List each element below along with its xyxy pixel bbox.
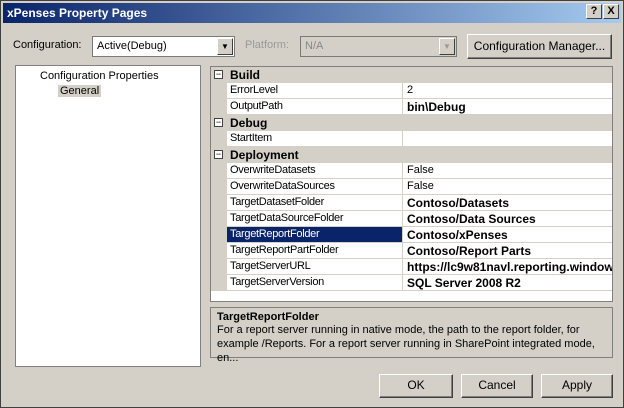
property-row[interactable]: TargetDatasetFolder Contoso/Datasets bbox=[211, 195, 612, 211]
property-value[interactable] bbox=[404, 131, 612, 146]
property-row[interactable]: TargetReportFolder Contoso/xPenses bbox=[211, 227, 612, 243]
property-row[interactable]: OverwriteDataSources False bbox=[211, 179, 612, 195]
category-build[interactable]: − Build bbox=[211, 67, 612, 83]
row-margin bbox=[211, 195, 227, 211]
configuration-value: Active(Debug) bbox=[97, 40, 167, 52]
collapse-icon[interactable]: − bbox=[214, 118, 223, 127]
property-name: ErrorLevel bbox=[227, 83, 403, 98]
description-panel: TargetReportFolder For a report server r… bbox=[210, 307, 613, 364]
row-margin bbox=[211, 99, 227, 115]
property-name: TargetServerVersion bbox=[227, 275, 403, 290]
property-value[interactable]: Contoso/Report Parts bbox=[404, 243, 612, 258]
row-margin bbox=[211, 131, 227, 147]
row-margin bbox=[211, 163, 227, 179]
category-label: Debug bbox=[230, 116, 268, 130]
property-name: TargetDatasetFolder bbox=[227, 195, 403, 210]
property-row[interactable]: TargetServerURL https://lc9w81navl.report… bbox=[211, 259, 612, 275]
category-debug[interactable]: − Debug bbox=[211, 115, 612, 131]
row-margin bbox=[211, 227, 227, 243]
property-row[interactable]: OutputPath bin\Debug bbox=[211, 99, 612, 115]
property-row[interactable]: StartItem bbox=[211, 131, 612, 147]
property-name: OverwriteDatasets bbox=[227, 163, 403, 178]
row-margin bbox=[211, 179, 227, 195]
chevron-down-icon: ▼ bbox=[439, 38, 455, 55]
collapse-icon[interactable]: − bbox=[214, 150, 223, 159]
property-row[interactable]: TargetReportPartFolder Contoso/Report Par… bbox=[211, 243, 612, 259]
property-name: StartItem bbox=[227, 131, 403, 146]
platform-select: N/A ▼ bbox=[300, 36, 457, 57]
chevron-down-icon: ▼ bbox=[217, 38, 233, 55]
title-bar: xPenses Property Pages bbox=[3, 3, 621, 23]
property-value[interactable]: SQL Server 2008 R2 bbox=[404, 275, 612, 290]
property-grid: − Build ErrorLevel 2 OutputPath bin\Debug − Deb… bbox=[210, 66, 613, 302]
property-name: OverwriteDataSources bbox=[227, 179, 403, 194]
cancel-button[interactable]: Cancel bbox=[461, 374, 533, 398]
platform-label: Platform: bbox=[245, 39, 290, 51]
property-value[interactable]: bin\Debug bbox=[404, 99, 612, 114]
category-label: Deployment bbox=[230, 148, 299, 162]
configuration-manager-button[interactable]: Configuration Manager... bbox=[467, 34, 612, 59]
category-label: Build bbox=[230, 68, 260, 82]
category-tree: Configuration Properties General bbox=[15, 65, 201, 367]
property-name: TargetDataSourceFolder bbox=[227, 211, 403, 226]
property-value[interactable]: Contoso/xPenses bbox=[404, 227, 612, 242]
property-row[interactable]: OverwriteDatasets False bbox=[211, 163, 612, 179]
property-row[interactable]: TargetServerVersion SQL Server 2008 R2 bbox=[211, 275, 612, 291]
property-row[interactable]: TargetDataSourceFolder Contoso/Data Sourc… bbox=[211, 211, 612, 227]
row-margin bbox=[211, 83, 227, 99]
description-title: TargetReportFolder bbox=[217, 311, 319, 323]
property-value[interactable]: 2 bbox=[404, 83, 612, 98]
property-name: TargetServerURL bbox=[227, 259, 403, 274]
property-name: TargetReportFolder bbox=[227, 227, 403, 242]
property-value[interactable]: Contoso/Datasets bbox=[404, 195, 612, 210]
property-pages-dialog: xPenses Property Pages ? X Configuration… bbox=[0, 0, 624, 408]
property-value[interactable]: https://lc9w81navl.reporting.windows bbox=[404, 259, 612, 274]
apply-button[interactable]: Apply bbox=[541, 374, 613, 398]
platform-value: N/A bbox=[305, 40, 324, 52]
configuration-label: Configuration: bbox=[13, 39, 82, 51]
collapse-icon[interactable]: − bbox=[214, 70, 223, 79]
row-margin bbox=[211, 259, 227, 275]
tree-item-configuration-properties[interactable]: Configuration Properties bbox=[40, 70, 159, 82]
close-button[interactable]: X bbox=[603, 4, 619, 19]
property-value[interactable]: False bbox=[404, 179, 612, 194]
property-value[interactable]: Contoso/Data Sources bbox=[404, 211, 612, 226]
row-margin bbox=[211, 243, 227, 259]
description-text: For a report server running in native mo… bbox=[217, 324, 595, 364]
row-margin bbox=[211, 211, 227, 227]
help-button[interactable]: ? bbox=[586, 4, 602, 19]
window-title: xPenses Property Pages bbox=[7, 6, 148, 20]
property-name: OutputPath bbox=[227, 99, 403, 114]
row-margin bbox=[211, 275, 227, 291]
tree-item-general[interactable]: General bbox=[58, 85, 102, 97]
property-row[interactable]: ErrorLevel 2 bbox=[211, 83, 612, 99]
category-deployment[interactable]: − Deployment bbox=[211, 147, 612, 163]
property-value[interactable]: False bbox=[404, 163, 612, 178]
configuration-select[interactable]: Active(Debug) ▼ bbox=[92, 36, 235, 57]
property-name: TargetReportPartFolder bbox=[227, 243, 403, 258]
ok-button[interactable]: OK bbox=[379, 374, 453, 398]
